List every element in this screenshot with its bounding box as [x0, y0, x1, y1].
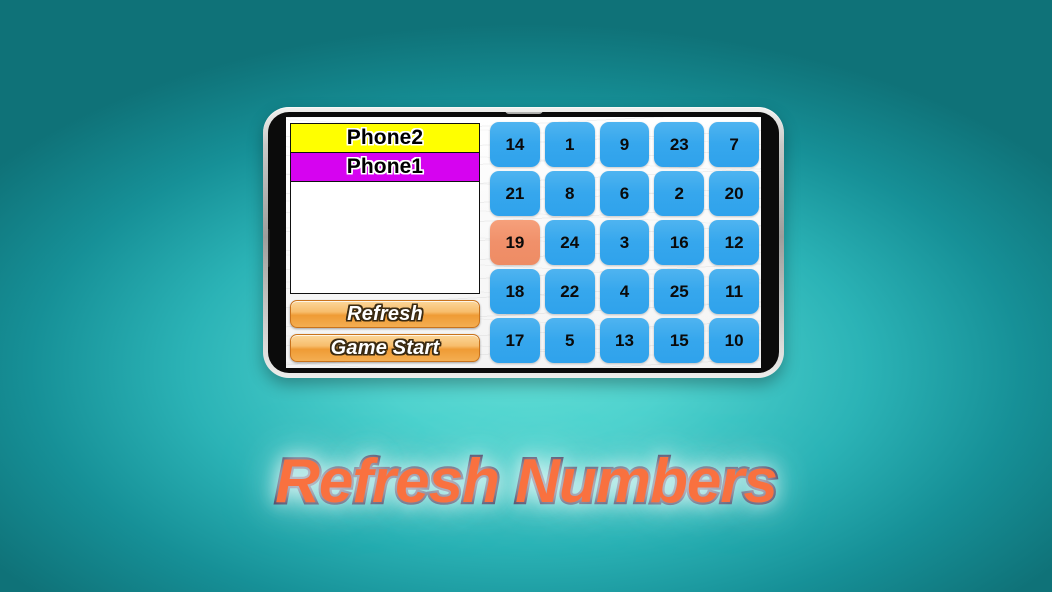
number-tile[interactable]: 19 [490, 220, 540, 265]
number-tile[interactable]: 16 [654, 220, 705, 265]
number-tile[interactable]: 1 [544, 122, 595, 167]
number-grid-area: 14 1 9 23 7 21 8 6 2 20 19 24 3 16 12 18 22 4 25 11 17 5 13 15 1… [484, 117, 761, 368]
number-tile[interactable]: 7 [709, 122, 759, 167]
player-band-phone1-label: Phone1 [346, 155, 424, 178]
number-tile[interactable]: 8 [544, 171, 595, 216]
phone-bezel: Phone2 Phone1 Refresh Game Start 14 1 9 23 7… [268, 112, 779, 373]
number-tile[interactable]: 2 [654, 171, 705, 216]
number-tile[interactable]: 24 [544, 220, 595, 265]
number-tile[interactable]: 6 [599, 171, 650, 216]
number-tile[interactable]: 14 [490, 122, 540, 167]
number-tile[interactable]: 12 [709, 220, 759, 265]
number-tile[interactable]: 22 [544, 269, 595, 314]
number-tile[interactable]: 21 [490, 171, 540, 216]
number-tile[interactable]: 10 [709, 318, 759, 363]
left-panel: Phone2 Phone1 Refresh Game Start [286, 117, 484, 368]
game-start-button[interactable]: Game Start [290, 334, 480, 362]
phone-device-frame: Phone2 Phone1 Refresh Game Start 14 1 9 23 7… [263, 107, 784, 378]
screenshot-stage: Phone2 Phone1 Refresh Game Start 14 1 9 23 7… [0, 0, 1052, 592]
player-band-phone2: Phone2 [290, 123, 480, 152]
page-title: Refresh Numbers [273, 445, 780, 519]
refresh-button-label: Refresh [347, 302, 423, 325]
player-band-phone2-label: Phone2 [346, 126, 424, 149]
number-tile[interactable]: 25 [654, 269, 705, 314]
number-grid: 14 1 9 23 7 21 8 6 2 20 19 24 3 16 12 18 22 4 25 11 17 5 13 15 1… [490, 122, 759, 363]
speaker-notch-icon [504, 112, 543, 114]
game-start-button-label: Game Start [330, 336, 440, 359]
number-tile[interactable]: 5 [544, 318, 595, 363]
number-tile[interactable]: 23 [654, 122, 705, 167]
number-tile[interactable]: 3 [599, 220, 650, 265]
number-tile[interactable]: 4 [599, 269, 650, 314]
power-button-icon[interactable] [268, 229, 270, 267]
phone-screen: Phone2 Phone1 Refresh Game Start 14 1 9 23 7… [286, 117, 761, 368]
number-tile[interactable]: 17 [490, 318, 540, 363]
message-panel [290, 181, 480, 294]
number-tile[interactable]: 18 [490, 269, 540, 314]
number-tile[interactable]: 9 [599, 122, 650, 167]
refresh-button[interactable]: Refresh [290, 300, 480, 328]
number-tile[interactable]: 20 [709, 171, 759, 216]
number-tile[interactable]: 13 [599, 318, 650, 363]
number-tile[interactable]: 11 [709, 269, 759, 314]
number-tile[interactable]: 15 [654, 318, 705, 363]
player-band-phone1: Phone1 [290, 152, 480, 181]
